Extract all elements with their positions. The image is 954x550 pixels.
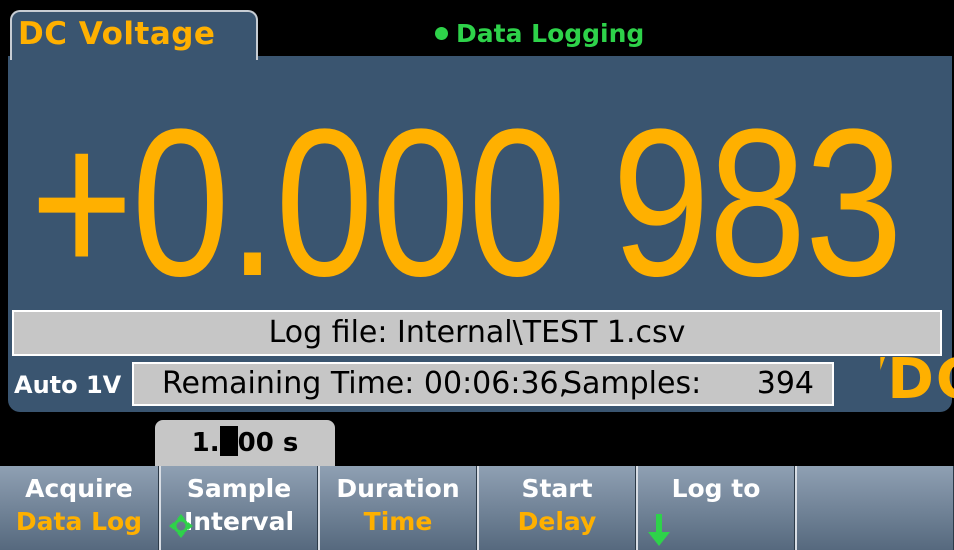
interval-value-end: 00 s	[237, 428, 299, 458]
softkey-label: Sample	[186, 474, 292, 503]
softkey-label: Duration	[336, 474, 460, 503]
softkey-value: Data Log	[15, 507, 143, 536]
softkey-value: Delay	[517, 507, 597, 536]
range-indicator: Auto 1V	[14, 371, 122, 399]
softkey-start-delay[interactable]: Start Delay	[477, 466, 636, 550]
samples-readout: Samples: 394	[563, 364, 814, 404]
softkey-duration-time[interactable]: Duration Time	[318, 466, 477, 550]
main-reading: +0.000 983	[30, 85, 903, 320]
log-file-bar: Log file: Internal\TEST 1.csv	[12, 310, 942, 356]
mode-title: DC Voltage	[18, 16, 216, 52]
edit-cursor-icon	[219, 426, 238, 456]
status-label: Data Logging	[456, 18, 645, 48]
softkey-bar: Acquire Data Log Sample Interval Duratio…	[0, 466, 954, 550]
remaining-time: Remaining Time: 00:06:36,	[162, 366, 569, 401]
softkey-label: Acquire	[25, 474, 133, 503]
samples-value: 394	[756, 366, 814, 401]
samples-label: Samples:	[562, 366, 702, 401]
softkey-label	[797, 466, 953, 474]
data-logging-status: Data Logging	[435, 16, 644, 50]
softkey-acquire-data-log[interactable]: Acquire Data Log	[0, 466, 159, 550]
dmm-screen: DC Voltage Data Logging +0.000 983 Log f…	[0, 0, 954, 550]
knob-icon	[169, 514, 193, 538]
softkey-log-to[interactable]: Log to	[636, 466, 795, 550]
interval-value-start: 1.	[191, 428, 220, 458]
softkey-blank[interactable]	[795, 466, 954, 550]
softkey-label: Start	[521, 474, 593, 503]
status-dot-icon	[435, 26, 448, 40]
down-arrow-icon	[648, 514, 670, 546]
softkey-sample-interval[interactable]: Sample Interval	[159, 466, 318, 550]
interval-entry-field[interactable]: 1. 00 s	[155, 420, 335, 466]
remaining-bar: Remaining Time: 00:06:36, Samples: 394	[132, 362, 834, 406]
softkey-label: Log to	[671, 474, 761, 503]
softkey-value: Time	[363, 507, 433, 536]
